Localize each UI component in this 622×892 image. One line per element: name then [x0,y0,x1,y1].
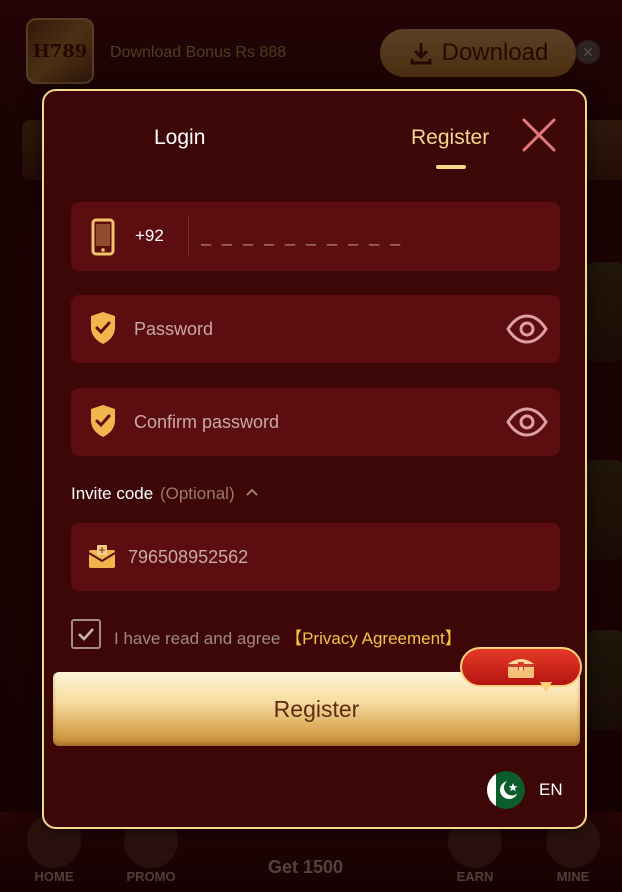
active-tab-indicator [436,165,466,169]
envelope-icon [88,545,116,568]
register-modal: Login Register +92 _ _ _ _ _ _ _ _ _ _ I… [42,89,587,829]
treasure-chest-icon [508,659,534,678]
confirm-password-field [71,388,560,456]
phone-input[interactable] [201,214,541,258]
invite-code-input[interactable] [128,535,488,579]
agreement-checkbox[interactable] [71,619,101,649]
language-switch[interactable]: EN [487,770,563,810]
eye-icon[interactable] [506,313,548,345]
gift-badge[interactable] [460,647,582,687]
shield-check-icon [91,312,115,344]
confirm-password-input[interactable] [134,400,494,444]
eye-icon[interactable] [506,406,548,438]
invite-code-label: Invite code [71,484,154,503]
country-code[interactable]: +92 [135,226,164,246]
gift-badge-pointer [540,682,552,692]
invite-code-toggle[interactable]: Invite code (Optional) [71,484,259,504]
phone-divider [188,216,189,256]
agreement-text: I have read and agree 【Privacy Agreement… [114,624,462,649]
phone-field: +92 [71,202,560,271]
close-button[interactable] [521,117,557,153]
invite-optional-label: (Optional) [159,484,235,503]
chevron-up-icon [246,488,259,496]
tab-login[interactable]: Login [154,126,205,150]
privacy-agreement-link[interactable]: 【Privacy Agreement】 [285,629,462,648]
password-field [71,295,560,363]
phone-icon [91,218,115,256]
invite-code-field [71,523,560,591]
close-icon [522,118,556,152]
agreement-label: I have read and agree [114,629,281,648]
checkmark-icon [78,628,94,641]
shield-check-icon [91,405,115,437]
tab-register[interactable]: Register [411,126,489,150]
pakistan-flag-icon [487,771,525,809]
language-label: EN [539,780,563,799]
password-input[interactable] [134,307,494,351]
register-button-label: Register [273,695,360,722]
